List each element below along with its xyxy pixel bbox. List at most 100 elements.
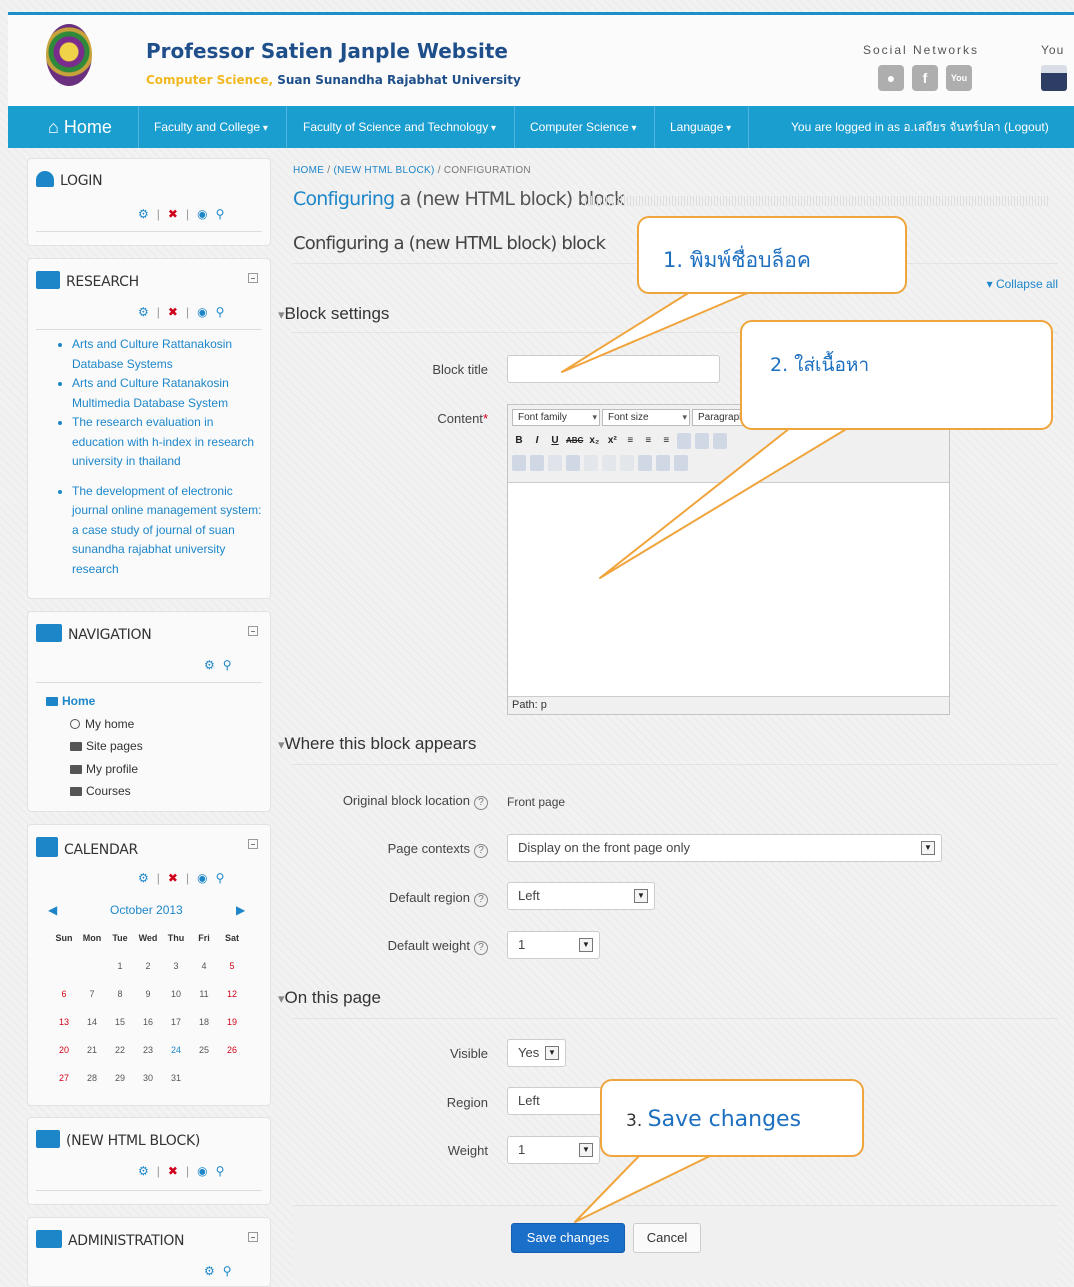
hide-icon[interactable]: ◉ [197,1164,207,1178]
delete-icon[interactable]: ✖ [168,871,178,885]
calendar-day[interactable]: 26 [218,1045,246,1073]
font-size-select[interactable]: Font size [602,409,690,426]
move-icon[interactable]: ⚲ [216,305,225,319]
research-link[interactable]: Arts and Culture Ratanakosin Multimedia … [72,374,264,413]
move-icon[interactable]: ⚲ [216,207,225,221]
align-left-button[interactable]: ≡ [623,433,637,449]
eraser-icon[interactable] [695,433,710,449]
login-user-link[interactable]: อ.เสถียร จันทร์ปลา [903,120,1000,134]
configure-icon[interactable]: ⚙ [138,207,149,221]
default-region-select[interactable]: Left ▼ [507,882,655,910]
calendar-day[interactable]: 6 [50,989,78,1017]
image-icon[interactable] [638,455,652,471]
hide-icon[interactable]: ◉ [197,871,207,885]
font-family-select[interactable]: Font family [512,409,600,426]
block-title-input[interactable] [507,355,720,383]
align-center-button[interactable]: ≡ [641,433,655,449]
subscript-button[interactable]: x₂ [587,433,601,449]
nav-tree-my-home[interactable]: My home [46,713,143,736]
clean-format-icon[interactable] [677,433,692,449]
configure-icon[interactable]: ⚙ [138,871,149,885]
calendar-day[interactable]: 28 [78,1073,106,1101]
calendar-day[interactable]: 20 [50,1045,78,1073]
where-block-appears-header[interactable]: Where this block appears [278,734,477,754]
calendar-day[interactable]: 18 [190,1017,218,1045]
calendar-day[interactable]: 24 [162,1045,190,1073]
calendar-day[interactable]: 22 [106,1045,134,1073]
calendar-day[interactable]: 30 [134,1073,162,1101]
university-logo[interactable] [46,24,92,86]
superscript-button[interactable]: x² [605,433,619,449]
calendar-day[interactable]: 3 [162,961,190,989]
help-icon[interactable]: ? [474,796,488,810]
nav-computer-science[interactable]: Computer Science [530,106,637,148]
visible-select[interactable]: Yes ▼ [507,1039,566,1067]
numbered-list-icon[interactable] [530,455,544,471]
configure-icon[interactable]: ⚙ [138,305,149,319]
calendar-day[interactable]: 17 [162,1017,190,1045]
calendar-day[interactable]: 4 [190,961,218,989]
ok-icon[interactable]: ● [878,65,904,91]
default-weight-select[interactable]: 1 ▼ [507,931,600,959]
collapse-calendar-icon[interactable] [248,839,258,849]
help-icon[interactable]: ? [474,941,488,955]
collapse-research-icon[interactable] [248,273,258,283]
underline-button[interactable]: U [548,433,562,449]
calendar-day[interactable]: 27 [50,1073,78,1101]
align-right-button[interactable]: ≡ [659,433,673,449]
facebook-icon[interactable]: f [912,65,938,91]
link-icon[interactable] [584,455,598,471]
configure-icon[interactable]: ⚙ [138,1164,149,1178]
help-icon[interactable]: ? [474,893,488,907]
nav-language[interactable]: Language [670,106,731,148]
weight-select[interactable]: 1 ▼ [507,1136,600,1164]
research-link[interactable]: The research evaluation in education wit… [72,413,264,472]
block-settings-header[interactable]: Block settings [278,304,390,324]
page-contexts-select[interactable]: Display on the front page only ▼ [507,834,942,862]
breadcrumb-home[interactable]: HOME [293,165,324,176]
calendar-day[interactable]: 12 [218,989,246,1017]
research-link[interactable]: The development of electronic journal on… [72,482,264,580]
user-avatar[interactable] [1041,65,1067,91]
site-title[interactable]: Professor Satien Janple Website [146,39,508,63]
logout-link[interactable]: (Logout) [1004,120,1049,134]
configure-icon[interactable]: ⚙ [204,1264,215,1278]
nav-faculty-and-college[interactable]: Faculty and College [154,106,268,148]
nav-tree-my-profile[interactable]: My profile [46,758,143,781]
calendar-day[interactable]: 16 [134,1017,162,1045]
youtube-icon[interactable]: You [946,65,972,91]
cancel-button[interactable]: Cancel [633,1223,701,1253]
delete-icon[interactable]: ✖ [168,207,178,221]
on-this-page-header[interactable]: On this page [278,988,381,1008]
next-month-icon[interactable]: ▶ [236,903,245,917]
calendar-day[interactable]: 13 [50,1017,78,1045]
calendar-day[interactable]: 14 [78,1017,106,1045]
nav-tree-site-pages[interactable]: Site pages [46,735,143,758]
outdent-icon[interactable] [548,455,562,471]
equation-icon[interactable] [674,455,688,471]
nav-tree-home[interactable]: Home [46,690,143,713]
calendar-day[interactable]: 29 [106,1073,134,1101]
collapse-administration-icon[interactable] [248,1232,258,1242]
move-icon[interactable]: ⚲ [216,1164,225,1178]
calendar-month[interactable]: October 2013 [110,903,183,917]
calendar-day[interactable]: 7 [78,989,106,1017]
move-icon[interactable]: ⚲ [223,658,232,672]
nav-home[interactable]: ⌂ Home [48,106,112,148]
calendar-day[interactable]: 10 [162,989,190,1017]
bold-button[interactable]: B [512,433,526,449]
configure-icon[interactable]: ⚙ [204,658,215,672]
indent-icon[interactable] [566,455,580,471]
calendar-day[interactable]: 1 [106,961,134,989]
editor-content-area[interactable] [508,483,949,696]
unlink-icon[interactable] [602,455,616,471]
collapse-all-link[interactable]: ▾ Collapse all [987,277,1058,291]
previous-month-icon[interactable]: ◀ [48,903,57,917]
delete-icon[interactable]: ✖ [168,1164,178,1178]
anchor-icon[interactable] [620,455,634,471]
calendar-day[interactable]: 5 [218,961,246,989]
calendar-day[interactable]: 15 [106,1017,134,1045]
calendar-day[interactable]: 2 [134,961,162,989]
hide-icon[interactable]: ◉ [197,305,207,319]
delete-icon[interactable]: ✖ [168,305,178,319]
